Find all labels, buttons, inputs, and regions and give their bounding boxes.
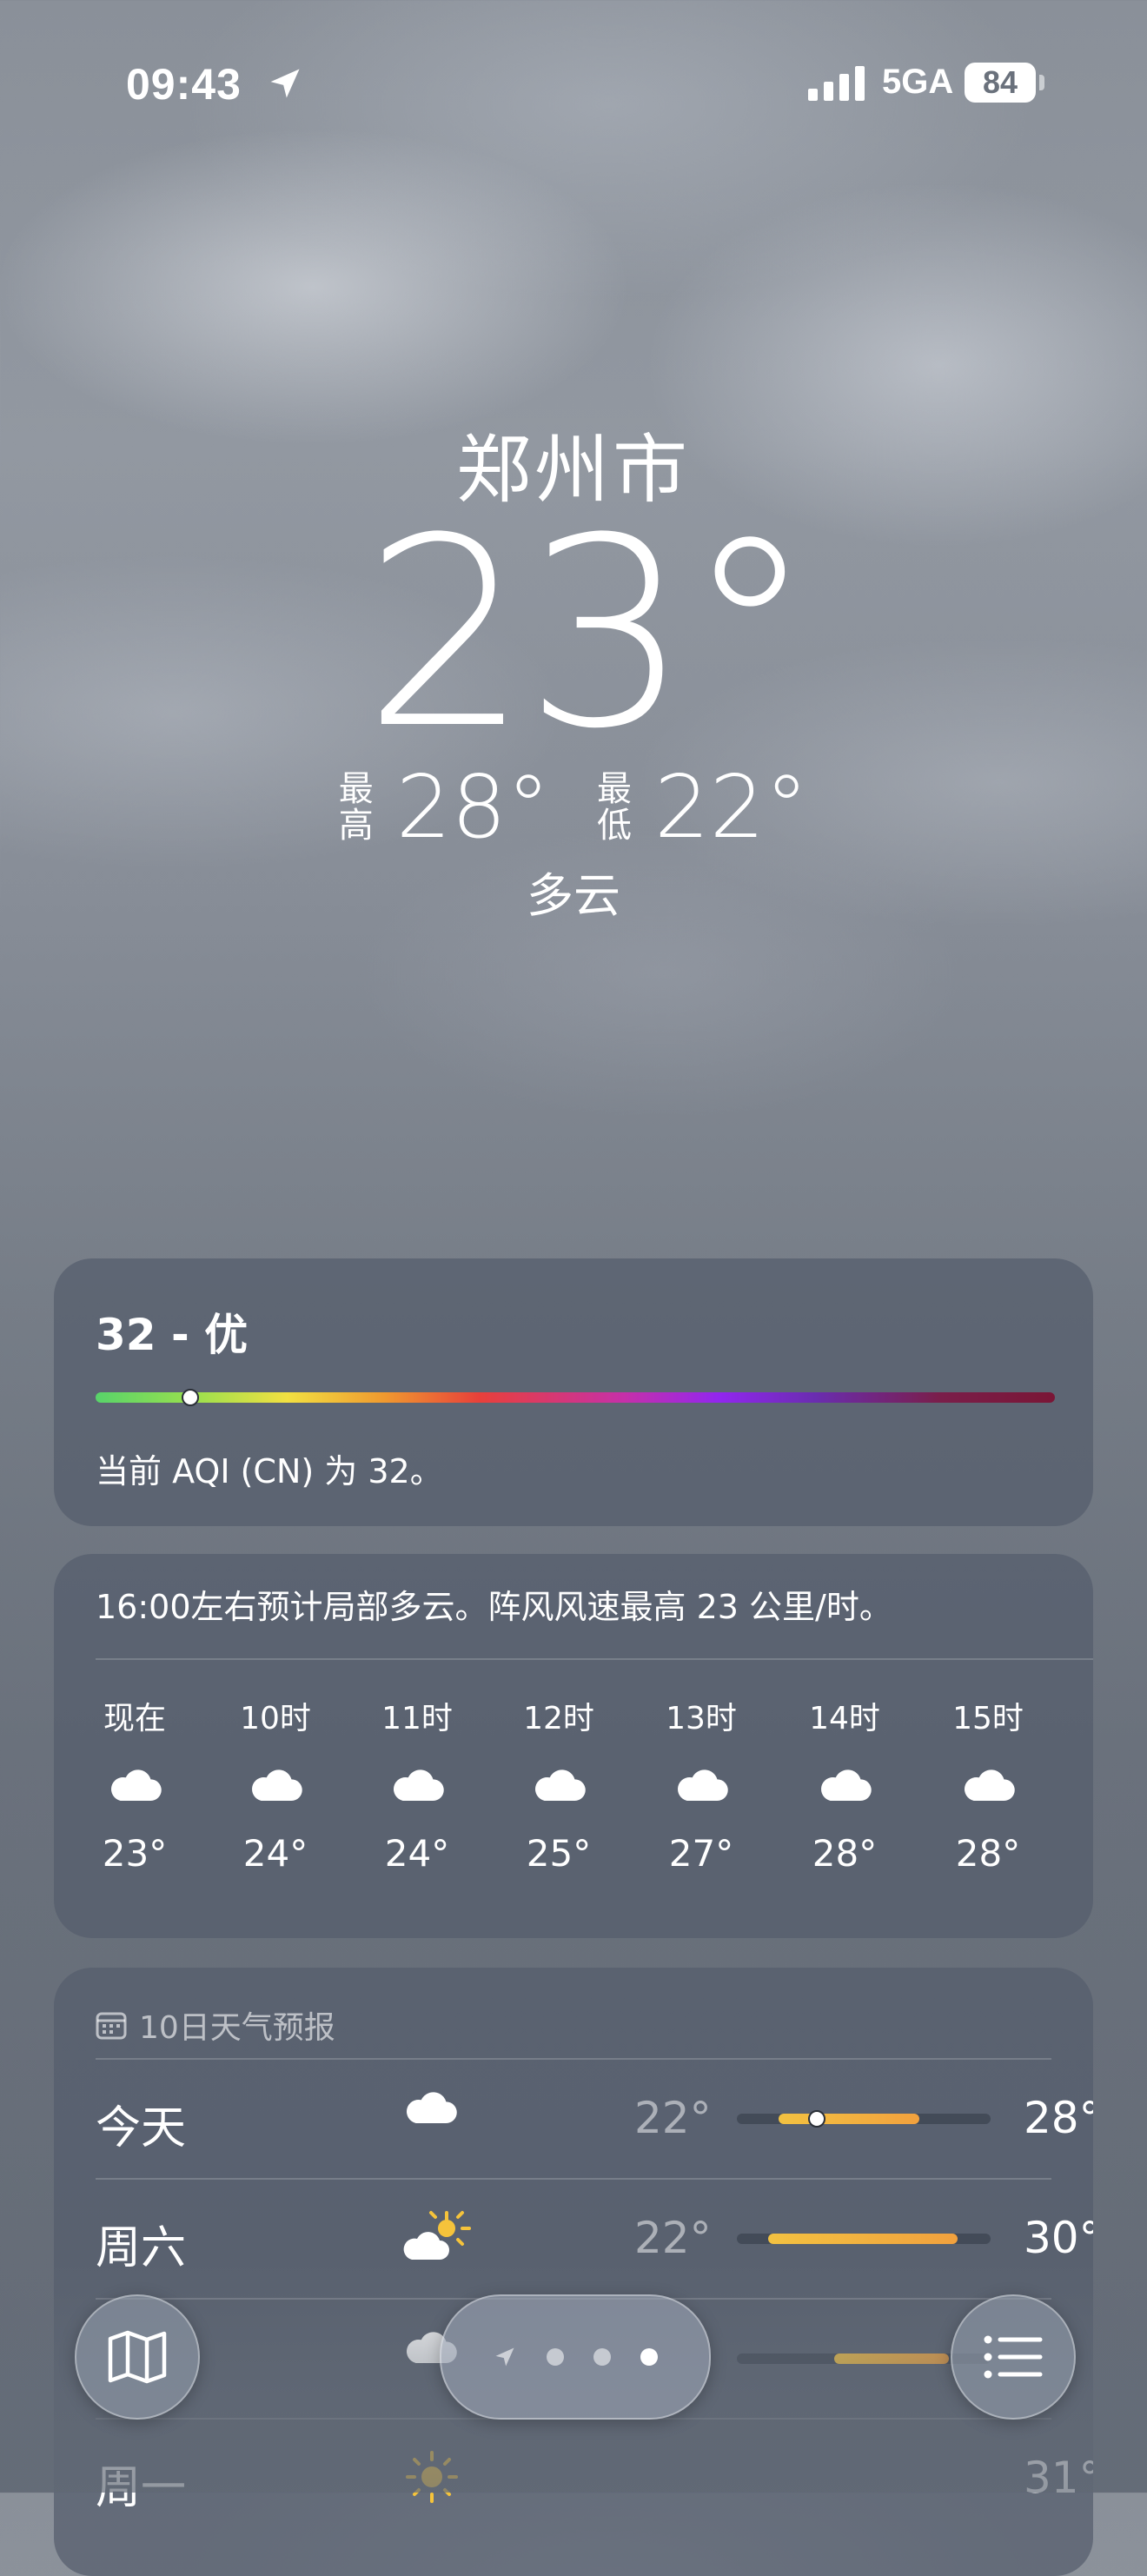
forecast-high: 28°	[1024, 2093, 1093, 2143]
high-label-text: 最高	[338, 768, 374, 846]
condition: 多云	[527, 868, 620, 923]
hour-item: 15时 28°	[932, 1693, 1044, 1875]
hour-temperature: 28°	[955, 1832, 1021, 1875]
hour-item: 现在 23°	[78, 1693, 191, 1875]
cloud-icon	[502, 1736, 615, 1832]
hour-temperature: 27°	[668, 1832, 734, 1875]
ten-day-header: 10日天气预报	[96, 2002, 335, 2048]
page-dot-active	[640, 2348, 658, 2366]
hour-temperature: 23°	[102, 1832, 168, 1875]
battery-icon: 84	[965, 63, 1036, 103]
high-temperature: 28°	[395, 756, 550, 858]
divider	[96, 1658, 1093, 1660]
low-label-text: 最低	[597, 768, 632, 846]
page-indicator[interactable]	[440, 2294, 711, 2420]
forecast-low: 22°	[634, 2093, 712, 2143]
hourly-summary: 16:00左右预计局部多云。阵风风速最高 23 公里/时。	[96, 1588, 892, 1626]
hour-item: 13时 27°	[645, 1693, 758, 1875]
low-label: 最低	[597, 771, 632, 844]
current-temperature: 23°	[363, 482, 815, 786]
cloud-icon	[361, 1736, 474, 1832]
forecast-row[interactable]: 周一 31°	[96, 2418, 1093, 2536]
map-icon	[108, 2330, 167, 2384]
battery-level: 84	[982, 64, 1018, 100]
cloud-icon	[401, 2089, 471, 2150]
city-list-button[interactable]	[951, 2294, 1076, 2420]
range-fill	[779, 2114, 919, 2124]
range-fill	[834, 2354, 949, 2364]
hour-temperature: 24°	[242, 1832, 308, 1875]
hour-label: 14时	[809, 1701, 880, 1736]
aqi-title: 32 - 优	[96, 1310, 249, 1360]
hour-temperature: 25°	[526, 1832, 592, 1875]
partly-sunny-icon	[401, 2209, 471, 2270]
cloud-icon	[219, 1736, 332, 1832]
temperature-range-bar	[737, 2234, 991, 2244]
calendar-icon	[96, 2012, 127, 2040]
cloud-icon	[932, 1736, 1044, 1832]
forecast-high: 30°	[1024, 2213, 1093, 2263]
list-icon	[984, 2335, 1043, 2379]
hour-label: 13时	[666, 1701, 737, 1736]
ten-day-title: 10日天气预报	[139, 2010, 335, 2046]
page-dot	[593, 2348, 611, 2366]
hour-temperature: 28°	[812, 1832, 878, 1875]
forecast-day: 今天	[96, 2102, 187, 2154]
hour-item: 11时 24°	[361, 1693, 474, 1875]
status-bar: 09:43 5GA 84	[0, 54, 1147, 115]
range-fill	[768, 2234, 958, 2244]
location-page-icon	[495, 2347, 514, 2367]
divider	[96, 2178, 1051, 2180]
forecast-row[interactable]: 今天 22° 28°	[96, 2058, 1093, 2176]
cloud-icon	[78, 1736, 191, 1832]
cloud-icon	[645, 1736, 758, 1832]
forecast-high: 31°	[1024, 2453, 1093, 2503]
network-type: 5GA	[882, 63, 954, 101]
ten-day-forecast-card[interactable]: 10日天气预报 今天 22° 28° 周六 22° 30° 周一 31°	[54, 1968, 1093, 2576]
forecast-low: 22°	[634, 2213, 712, 2263]
hourly-forecast-card[interactable]: 16:00左右预计局部多云。阵风风速最高 23 公里/时。 现在 23° 10时 24…	[54, 1554, 1093, 1938]
low-temperature: 22°	[654, 756, 809, 858]
hour-label: 11时	[381, 1701, 453, 1736]
location-arrow-icon	[270, 69, 300, 98]
battery-cap	[1039, 75, 1044, 90]
forecast-day: 周一	[96, 2462, 187, 2514]
temperature-range-bar	[737, 2110, 991, 2128]
forecast-day: 周六	[96, 2222, 187, 2274]
hour-temperature: 24°	[384, 1832, 450, 1875]
high-label: 最高	[339, 771, 374, 844]
status-time: 09:43	[126, 60, 242, 109]
air-quality-card[interactable]: 32 - 优 当前 AQI (CN) 为 32。	[54, 1258, 1093, 1526]
high-low: 最高 28° 最低 22°	[0, 756, 1147, 858]
hour-item: 14时 28°	[788, 1693, 901, 1875]
sun-icon	[401, 2449, 471, 2510]
page-dot	[547, 2348, 564, 2366]
aqi-description: 当前 AQI (CN) 为 32。	[96, 1452, 443, 1490]
hour-item: 10时 24°	[219, 1693, 332, 1875]
hour-label: 现在	[103, 1701, 166, 1736]
hour-item: 12时 25°	[502, 1693, 615, 1875]
aqi-scale-bar	[96, 1392, 1055, 1403]
aqi-indicator	[181, 1389, 199, 1406]
forecast-row[interactable]: 周六 22° 30°	[96, 2178, 1093, 2296]
current-temp-dot	[808, 2110, 825, 2128]
cloud-icon	[788, 1736, 901, 1832]
hour-label: 10时	[240, 1701, 311, 1736]
divider	[96, 2058, 1051, 2060]
map-button[interactable]	[75, 2294, 200, 2420]
hour-label: 12时	[523, 1701, 594, 1736]
cellular-signal-icon	[808, 66, 865, 101]
hour-label: 15时	[952, 1701, 1024, 1736]
